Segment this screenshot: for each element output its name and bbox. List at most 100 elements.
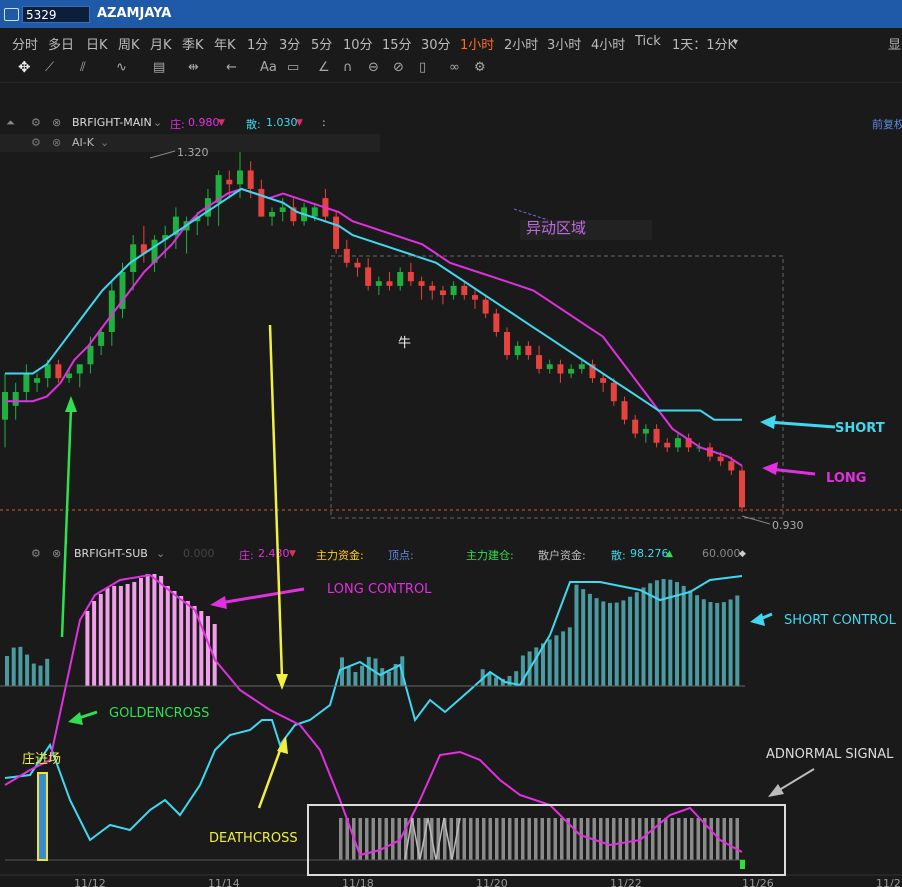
sub-bar-teal [688,590,693,686]
tf-button[interactable]: 季K [182,34,204,53]
goldencross-arrow-line [75,710,98,721]
candle-body [653,428,660,443]
sub-bar-grey [709,818,713,860]
candle-body [343,248,350,263]
tf-button[interactable]: 15分 [382,34,412,53]
symbol-input[interactable]: 5329 [22,6,90,23]
sub-short-line [4,575,743,842]
wave-tool-icon[interactable]: ∿ [116,60,127,75]
gear-icon[interactable]: ⚙ [31,116,41,129]
low-price-leader [741,515,771,525]
sub-histogram [5,574,740,860]
lock-icon[interactable]: ⊖ [368,60,379,75]
indicator-name[interactable]: BRFIGHT-MAIN [72,116,152,129]
chevron-down-icon[interactable]: ⌄ [100,136,109,149]
sub-bar-grey [514,818,518,860]
tf-button[interactable]: 月K [150,34,172,53]
candle-body [236,170,243,185]
tf-button[interactable]: 多日 [48,34,74,53]
sub-bar-grey [352,818,356,860]
sub-bar-grey [345,818,349,860]
hide-icon[interactable]: ⊘ [393,60,404,75]
close-icon[interactable]: ⊗ [52,547,61,560]
sub-bar-grey [358,818,362,860]
text-tool-icon[interactable]: Aa [260,60,277,75]
tf-button[interactable]: 周K [118,34,140,53]
candle-body [34,378,41,383]
sub-bar-teal [681,585,686,686]
indicator-name[interactable]: AI-K [72,136,94,149]
sub-indicator-lines [4,573,743,861]
ruler-icon[interactable]: ∠ [318,60,330,75]
move-icon[interactable]: ✥ [18,58,31,76]
magnet-icon[interactable]: ∩ [343,60,353,75]
last-signal-bar [740,860,745,869]
short-control-arrow-head [750,613,765,626]
tf-button[interactable]: 5分 [311,34,332,53]
tf-button[interactable]: 1分 [247,34,268,53]
sub-bar-grey [644,818,648,860]
channel-tool-icon[interactable]: ⫽ [80,60,86,75]
range-tool-icon[interactable]: ⇹ [188,60,199,75]
sub-bar-grey [625,818,629,860]
deathcross-arrow-line [257,744,284,809]
zone-label-bg [520,220,652,240]
comment-icon[interactable]: ▭ [287,60,299,75]
candle-body [66,373,73,379]
sub-bar-grey [469,818,473,860]
candle-body [493,313,500,332]
sub-bar-teal [675,582,679,686]
arrow-tool-icon[interactable]: ← [226,60,237,75]
tf-dropdown[interactable]: 1天：1分K [672,34,736,53]
sub-bar-teal [701,599,706,686]
main-indicator-row: ⏶ ⚙ ⊗ BRFIGHT-MAIN ⌄ 庄: 0.980 ▼ 散: 1.030… [0,114,902,132]
sub-bar-teal [628,596,633,686]
fib-tool-icon[interactable]: ▤ [153,60,165,75]
close-icon[interactable]: ⊗ [52,116,61,129]
link-icon[interactable]: ∞ [449,60,460,75]
tf-button[interactable]: 2小时 [504,34,538,53]
tf-button[interactable]: 3小时 [547,34,581,53]
tf-button[interactable]: 日K [86,34,108,53]
sub-bar-teal [386,671,391,686]
long-label: LONG [826,471,866,486]
gear-icon[interactable]: ⚙ [31,136,41,149]
candle-body [632,419,639,434]
chevron-down-icon[interactable]: ⌄ [153,116,162,129]
sub-bar-teal [735,595,740,686]
tf-button[interactable]: 显 [888,34,901,53]
line-tool-icon[interactable]: ⟋ [45,60,54,75]
gear-icon[interactable]: ⚙ [31,547,41,560]
tf-button[interactable]: 30分 [421,34,451,53]
trash-icon[interactable]: ▯ [419,60,426,75]
chevron-down-icon[interactable]: ⌄ [156,547,165,560]
abnormal-signal-box [307,804,786,876]
abnormal-arrow-line [775,768,815,793]
indicator-name[interactable]: BRFIGHT-SUB [74,547,148,560]
title-bar: 5329 AZAMJAYA [0,0,902,28]
collapse-icon[interactable]: ⏶ [6,116,15,130]
sub-bar-grey [716,818,720,860]
abnormal-zone-box [330,255,784,519]
chevron-down-icon[interactable]: ▾ [733,37,738,48]
settings-gear-icon[interactable]: ⚙ [474,60,486,75]
tf-button[interactable]: Tick [635,34,661,49]
candle-body [55,364,62,379]
sub-bar-teal [708,601,713,686]
sub-bar-teal [634,592,639,686]
adjust-mode-label[interactable]: 前复权 [872,116,902,132]
tf-button[interactable]: 年K [214,34,236,53]
tf-button[interactable]: 4小时 [591,34,625,53]
sub-bar-teal [641,587,646,686]
sub-bar-teal [601,601,606,686]
tf-button[interactable]: 3分 [279,34,300,53]
candle-body [354,262,361,268]
zone-label-leader [513,208,549,221]
tf-button[interactable]: 10分 [343,34,373,53]
sub-bar-grey [501,818,505,860]
close-icon[interactable]: ⊗ [52,136,61,149]
sub-bar-grey [566,818,570,860]
sub-bar-grey [664,818,668,860]
tf-button[interactable]: 分时 [12,34,38,53]
tf-button-active[interactable]: 1小时 [460,34,494,53]
